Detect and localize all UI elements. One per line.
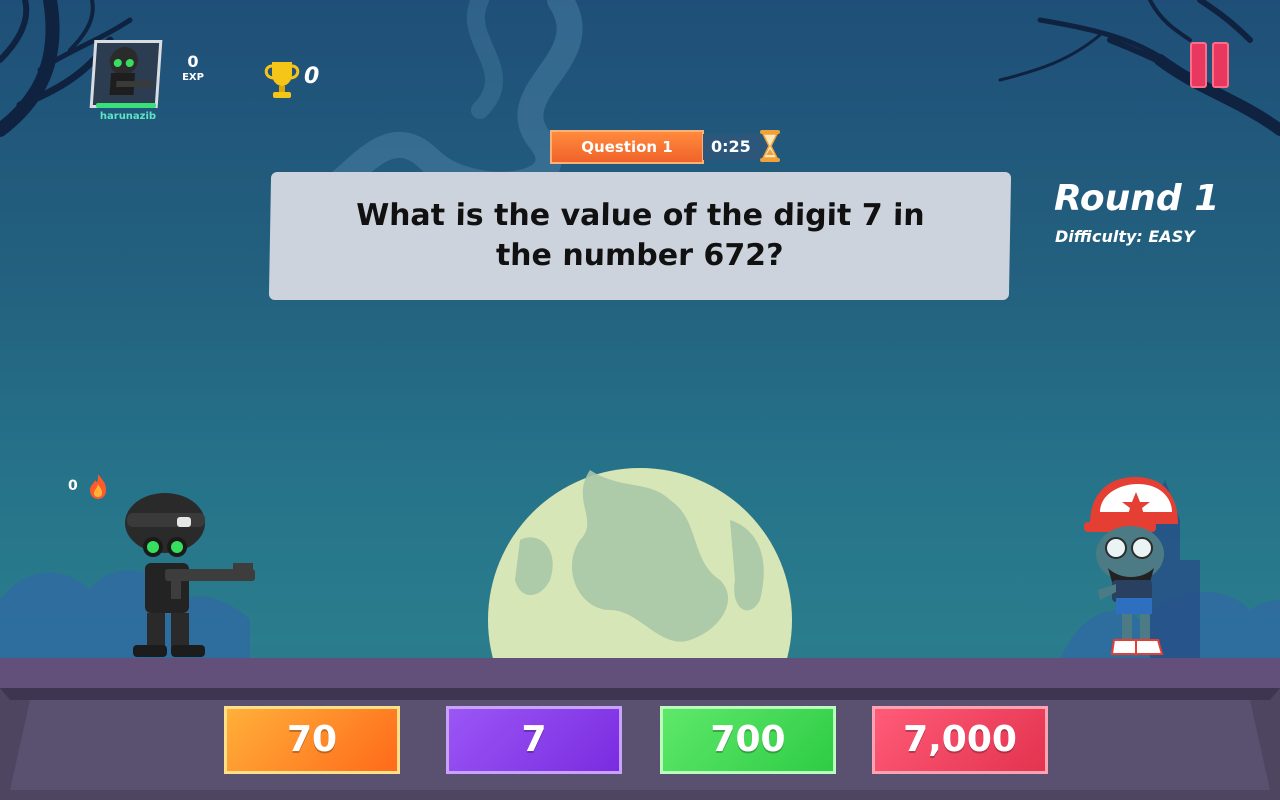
trophy-icon — [264, 62, 300, 98]
ground-platform — [0, 658, 1280, 800]
answer-option-1[interactable]: 70 — [224, 706, 400, 774]
round-title: Round 1 — [1054, 178, 1220, 219]
hourglass-icon — [760, 130, 780, 162]
pause-icon — [1212, 42, 1229, 88]
enemy-zombie — [1084, 477, 1178, 655]
pause-icon — [1190, 42, 1207, 88]
smoke-wisp — [317, 0, 583, 203]
exp-value: 0 — [187, 52, 199, 71]
question-card: What is the value of the digit 7 in the … — [268, 172, 1012, 300]
round-difficulty: Difficulty: EASY — [1055, 227, 1195, 246]
exp-label: EXP — [182, 72, 204, 83]
player-health-bar — [96, 103, 156, 108]
pause-button[interactable] — [1186, 38, 1234, 88]
soldier-avatar-icon — [109, 47, 153, 95]
player-username: harunazib — [99, 111, 157, 122]
answer-option-4[interactable]: 7,000 — [872, 706, 1048, 774]
trophy-count: 0 — [304, 64, 320, 89]
question-text: What is the value of the digit 7 in the … — [355, 198, 925, 273]
question-number-tag: Question 1 — [550, 130, 704, 164]
background-scene — [0, 0, 1280, 800]
streak-count: 0 — [68, 478, 78, 494]
flame-icon — [90, 474, 106, 499]
player-avatar[interactable] — [89, 40, 163, 108]
player-soldier — [125, 493, 255, 657]
answer-option-2[interactable]: 7 — [446, 706, 622, 774]
tree-branches-right — [998, 0, 1280, 136]
smoke-wisp — [466, 0, 503, 119]
answer-option-3[interactable]: 700 — [660, 706, 836, 774]
